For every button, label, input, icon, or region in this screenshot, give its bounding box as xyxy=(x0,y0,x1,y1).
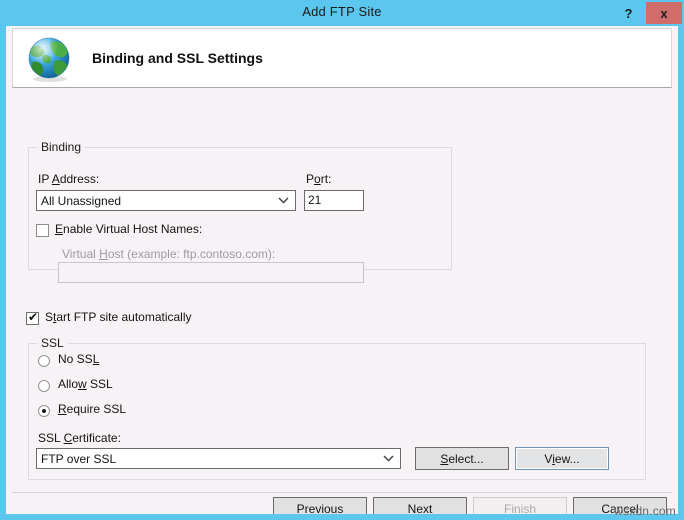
footer-separator xyxy=(12,492,672,493)
globe-icon xyxy=(24,34,74,84)
radio-selected-dot xyxy=(42,409,46,413)
title-bar: Add FTP Site ? x xyxy=(0,0,684,26)
enable-virtual-host-label: Enable Virtual Host Names: xyxy=(55,222,203,236)
finish-button-label: Finish xyxy=(503,501,537,515)
virtual-host-label: Virtual Host (example: ftp.contoso.com): xyxy=(62,247,276,261)
help-button[interactable]: ? xyxy=(612,1,645,25)
select-certificate-button[interactable]: Select... xyxy=(415,447,509,470)
radio-no-ssl-indicator[interactable] xyxy=(38,355,50,367)
port-input[interactable]: 21 xyxy=(304,190,364,211)
start-ftp-automatically-checkbox[interactable]: ✔ xyxy=(26,310,39,325)
port-label: Port: xyxy=(306,172,332,186)
enable-virtual-host-checkbox[interactable] xyxy=(36,224,49,237)
close-button[interactable]: x xyxy=(645,1,683,25)
next-button-label: Next xyxy=(407,501,433,515)
watermark: wsxdn.com xyxy=(614,504,676,518)
ip-address-label: IP Address: xyxy=(38,172,100,186)
next-button[interactable]: Next xyxy=(373,497,467,514)
radio-require-ssl-indicator[interactable] xyxy=(38,405,50,417)
view-certificate-button-label: View... xyxy=(544,451,580,466)
ssl-certificate-combo[interactable]: FTP over SSL xyxy=(36,448,401,469)
radio-allow-ssl-indicator[interactable] xyxy=(38,380,50,392)
previous-button-label: Previous xyxy=(296,501,344,515)
radio-require-ssl-label: Require SSL xyxy=(58,402,127,416)
previous-button[interactable]: Previous xyxy=(273,497,367,514)
select-certificate-button-label: Select... xyxy=(440,451,484,466)
ssl-certificate-value: FTP over SSL xyxy=(41,452,117,466)
check-icon: ✔ xyxy=(28,310,39,324)
start-ftp-automatically-label: Start FTP site automatically xyxy=(45,310,192,324)
ssl-certificate-label: SSL Certificate: xyxy=(38,431,121,445)
radio-no-ssl-label: No SSL xyxy=(58,352,100,366)
ip-address-value: All Unassigned xyxy=(41,194,122,208)
wizard-header: Binding and SSL Settings xyxy=(12,28,672,88)
dialog-client-area: Binding and SSL Settings Binding IP Addr… xyxy=(6,26,678,514)
ssl-group-legend: SSL xyxy=(37,336,68,350)
view-certificate-button[interactable]: View... xyxy=(515,447,609,470)
chevron-down-icon xyxy=(381,449,395,468)
virtual-host-input[interactable] xyxy=(58,262,364,283)
chevron-down-icon xyxy=(276,191,290,210)
ip-address-combo[interactable]: All Unassigned xyxy=(36,190,296,211)
page-title: Binding and SSL Settings xyxy=(92,50,263,66)
radio-allow-ssl-label: Allow SSL xyxy=(58,377,113,391)
binding-group-legend: Binding xyxy=(37,140,86,154)
add-ftp-site-window: Add FTP Site ? x Binding and SSL Setting… xyxy=(0,0,684,520)
finish-button: Finish xyxy=(473,497,567,514)
window-title: Add FTP Site xyxy=(302,4,382,19)
